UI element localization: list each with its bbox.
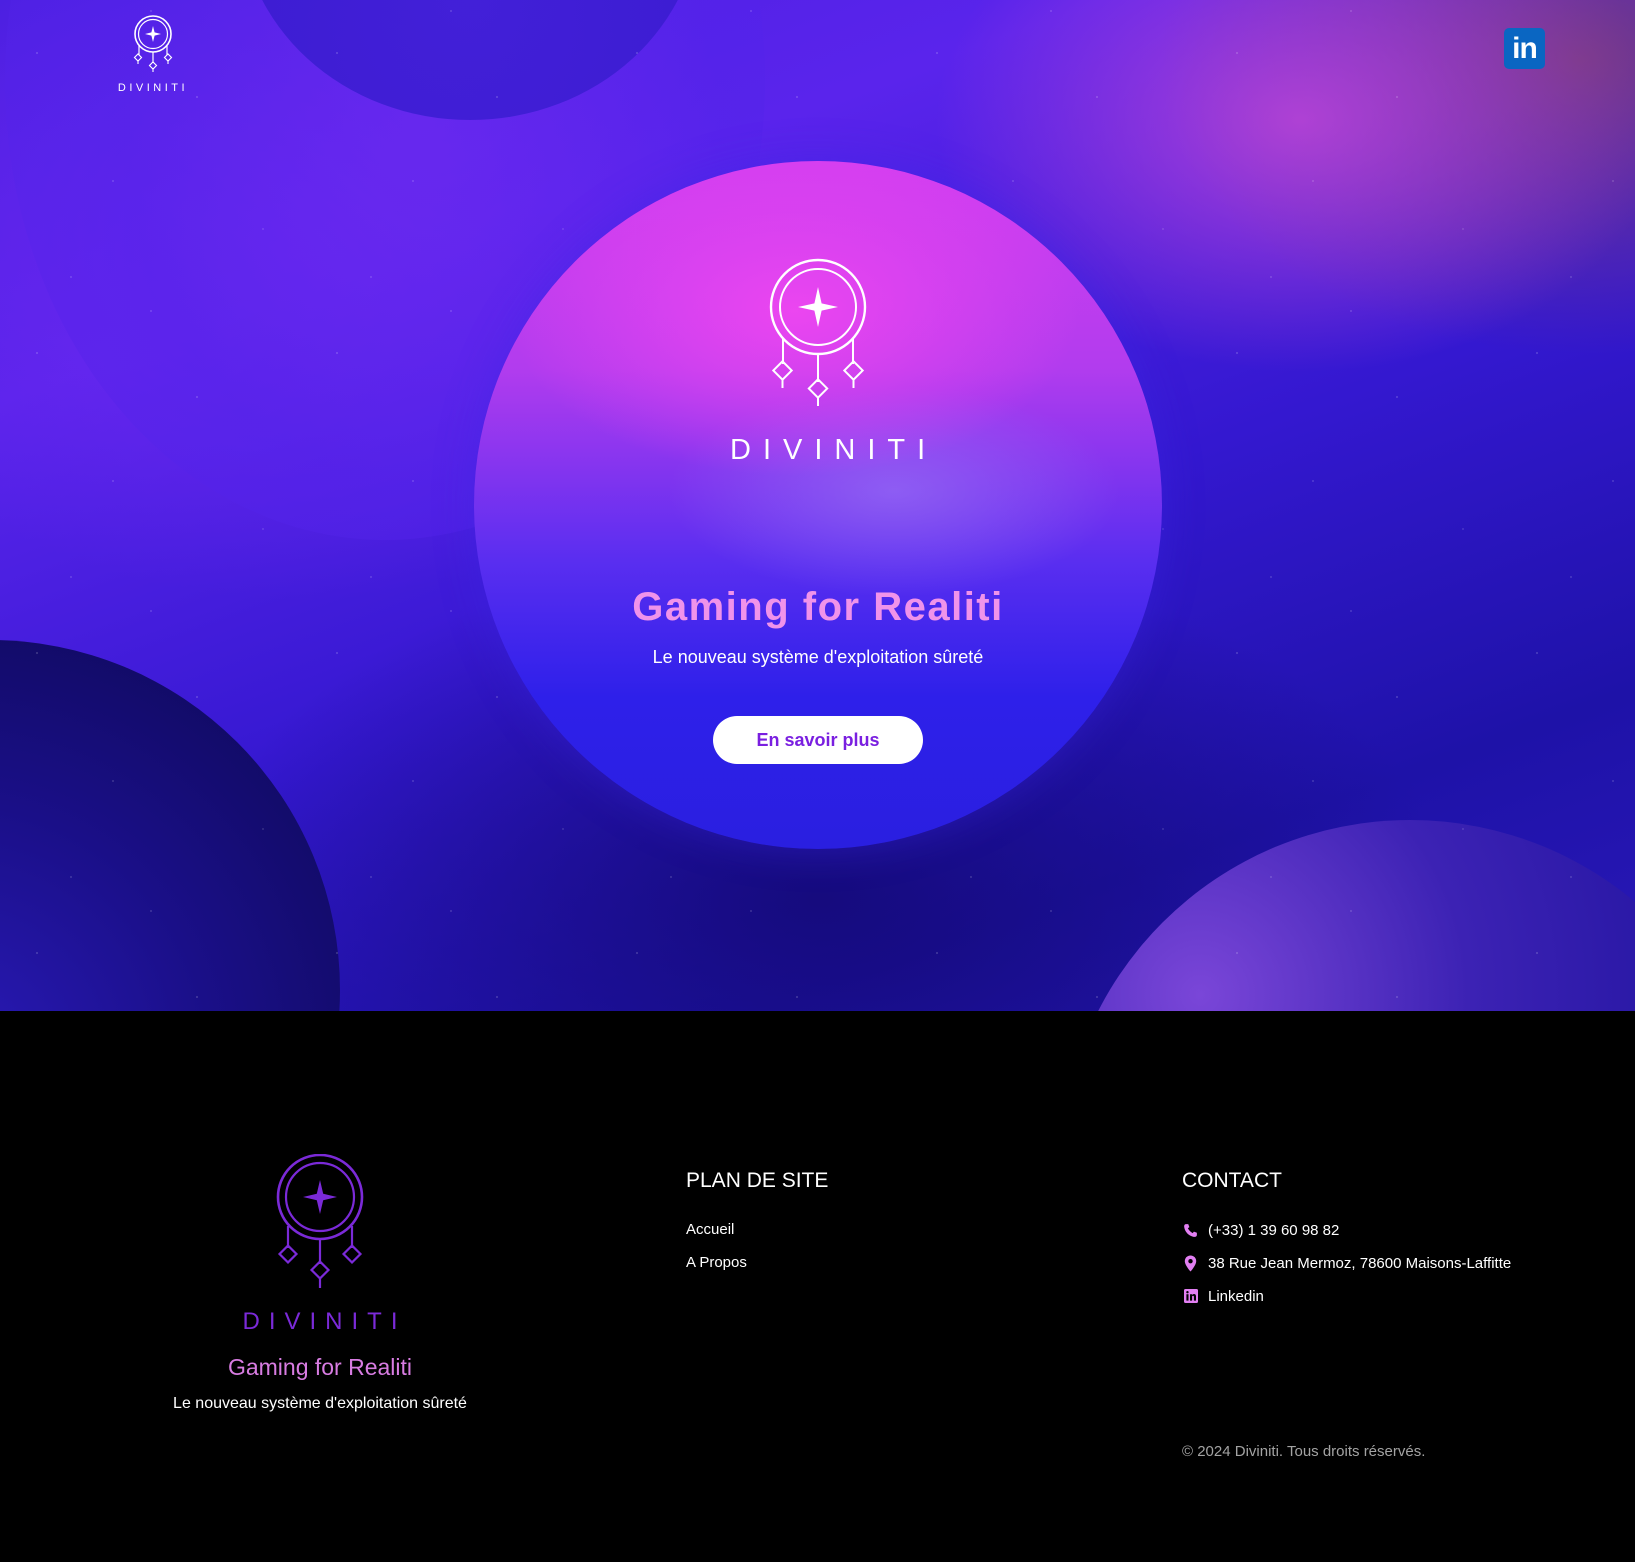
footer: DIVINITI Gaming for Realiti Le nouveau s… <box>0 1011 1635 1562</box>
location-pin-icon <box>1182 1255 1199 1272</box>
hero-logo-wordmark: DIVINITI <box>730 434 938 466</box>
contact-phone-text: (+33) 1 39 60 98 82 <box>1208 1221 1340 1239</box>
hero-logo: DIVINITI <box>718 258 938 467</box>
header-logo-wordmark: DIVINITI <box>117 82 189 94</box>
sitemap-column: PLAN DE SITE Accueil A Propos <box>686 1169 828 1287</box>
footer-tagline: Gaming for Realiti <box>227 1354 413 1380</box>
sitemap-link-a-propos[interactable]: A Propos <box>686 1254 828 1271</box>
hero-subtitle: Le nouveau système d'exploitation sûreté <box>652 647 984 667</box>
learn-more-button[interactable]: En savoir plus <box>713 716 923 764</box>
contact-address: 38 Rue Jean Mermoz, 78600 Maisons-Laffit… <box>1182 1254 1602 1272</box>
footer-subtagline: Le nouveau système d'exploitation sûreté <box>173 1395 467 1412</box>
linkedin-icon <box>1182 1288 1199 1305</box>
header-logo[interactable]: DIVINITI <box>110 14 196 94</box>
dreamcatcher-star-icon <box>133 15 173 72</box>
copyright: © 2024 Diviniti. Tous droits réservés. <box>1182 1443 1426 1460</box>
dreamcatcher-star-icon <box>769 258 867 406</box>
sitemap-title: PLAN DE SITE <box>686 1169 829 1192</box>
footer-brand: DIVINITI Gaming for Realiti Le nouveau s… <box>120 1154 520 1413</box>
dreamcatcher-star-icon <box>276 1154 364 1288</box>
hero-section: DIVINITI in DIVINITI Gaming for Realiti … <box>0 0 1635 1011</box>
footer-logo-wordmark: DIVINITI <box>242 1308 407 1335</box>
linkedin-icon[interactable]: in <box>1504 28 1545 69</box>
contact-column: CONTACT (+33) 1 39 60 98 82 38 Rue Jean … <box>1182 1169 1602 1320</box>
contact-address-text: 38 Rue Jean Mermoz, 78600 Maisons-Laffit… <box>1208 1254 1512 1272</box>
sitemap-link-accueil[interactable]: Accueil <box>686 1221 828 1238</box>
phone-icon <box>1182 1222 1199 1239</box>
contact-linkedin[interactable]: Linkedin <box>1182 1287 1602 1305</box>
contact-phone[interactable]: (+33) 1 39 60 98 82 <box>1182 1221 1602 1239</box>
contact-title: CONTACT <box>1182 1169 1282 1192</box>
contact-linkedin-text: Linkedin <box>1208 1287 1264 1305</box>
hero-title: Gaming for Realiti <box>632 585 1004 629</box>
